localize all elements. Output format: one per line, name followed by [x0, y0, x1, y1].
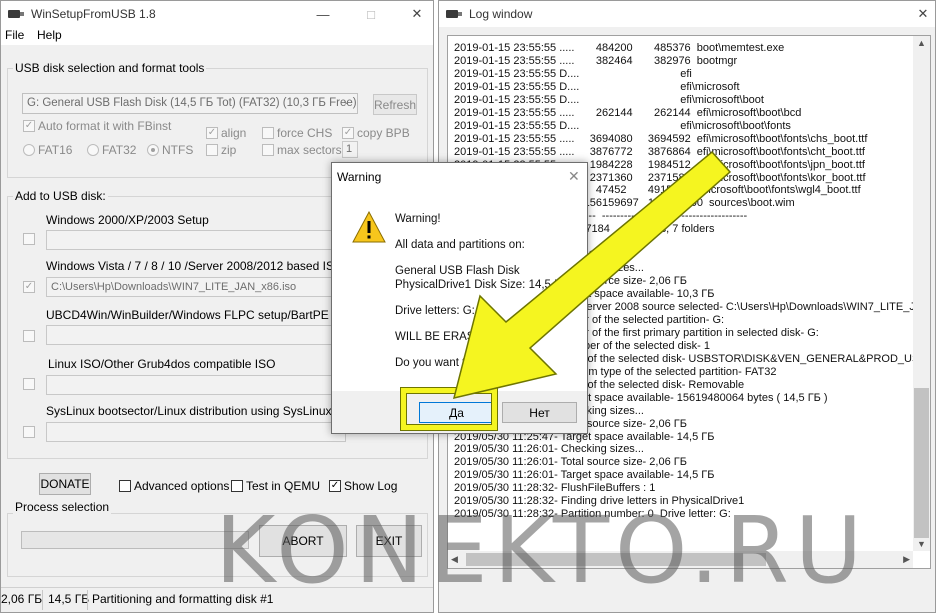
- arrow-icon: [452, 150, 732, 400]
